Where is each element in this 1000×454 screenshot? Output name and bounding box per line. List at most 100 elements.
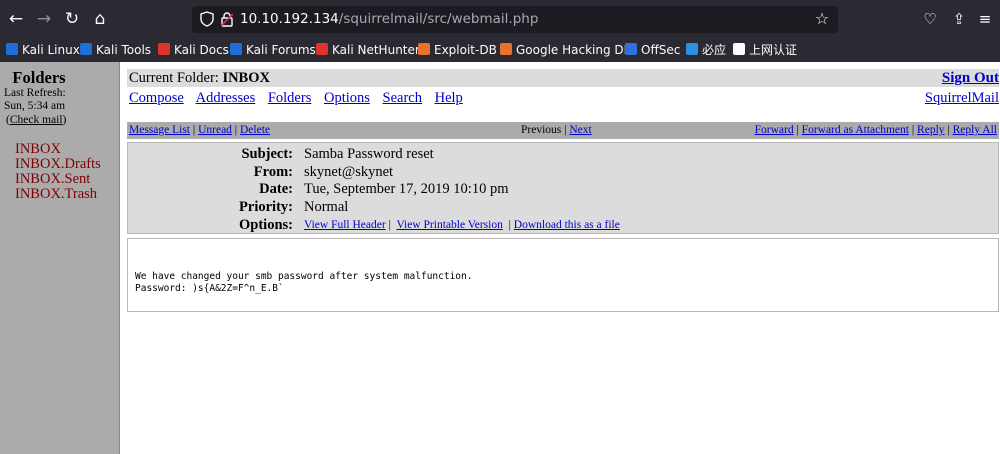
message-list-link[interactable]: Message List [129, 124, 190, 136]
bookmark-label: Exploit-DB [434, 43, 497, 57]
folder-trash[interactable]: INBOX.Trash [15, 187, 101, 202]
pocket-icon[interactable]: ♡ [920, 9, 940, 29]
url-host: 10.10.192.134 [240, 11, 339, 27]
reload-icon[interactable]: ↻ [62, 9, 82, 29]
message-headers: Subject: Samba Password reset From: skyn… [127, 142, 999, 234]
reply-all-link[interactable]: Reply All [953, 124, 997, 136]
back-arrow-icon[interactable]: ← [6, 9, 26, 29]
bookmark-label: Kali Forums [246, 43, 316, 57]
current-folder-name: INBOX [222, 70, 270, 86]
bookmark-kali-tools[interactable]: Kali Tools [80, 41, 151, 59]
kali-docs-icon [158, 43, 170, 55]
nav-mid-group: Previous | Next [521, 124, 592, 136]
webmail-page: Folders Last Refresh: Sun, 5:34 am (Chec… [0, 62, 1000, 454]
offsec-icon [625, 43, 637, 55]
message-body: We have changed your smb password after … [127, 238, 999, 312]
menu-search[interactable]: Search [383, 90, 422, 106]
from-label: From: [253, 164, 293, 180]
message-text: We have changed your smb password after … [135, 271, 472, 295]
header-date-row: Date: Tue, September 17, 2019 10:10 pm [128, 181, 998, 198]
current-folder-bar: Current Folder: INBOX Sign Out [127, 69, 999, 87]
header-options-row: Options: View Full Header | View Printab… [128, 217, 998, 234]
header-subject-row: Subject: Samba Password reset [128, 146, 998, 163]
menu-compose[interactable]: Compose [129, 90, 184, 106]
priority-label: Priority: [239, 199, 293, 215]
folder-drafts[interactable]: INBOX.Drafts [15, 157, 101, 172]
last-refresh: Last Refresh: Sun, 5:34 am [4, 87, 66, 113]
options-label: Options: [239, 217, 293, 233]
unread-link[interactable]: Unread [198, 124, 232, 136]
bookmark-bing[interactable]: 必应 [686, 41, 726, 59]
nav-left-group: Message List | Unread | Delete [129, 124, 270, 136]
shield-icon [200, 11, 214, 27]
subject-label: Subject: [241, 146, 293, 162]
bookmark-label: Kali Linux [22, 43, 80, 57]
next-link[interactable]: Next [569, 124, 591, 136]
menu-addresses[interactable]: Addresses [196, 90, 256, 106]
reply-link[interactable]: Reply [917, 124, 944, 136]
header-from-row: From: skynet@skynet [128, 164, 998, 181]
squirrelmail-link[interactable]: SquirrelMail [925, 89, 999, 107]
delete-link[interactable]: Delete [240, 124, 270, 136]
bookmark-label: Kali NetHunter [332, 43, 420, 57]
share-icon[interactable]: ⇪ [949, 9, 969, 29]
options-links: View Full Header | View Printable Versio… [304, 219, 620, 231]
current-folder-label: Current Folder: [129, 70, 219, 86]
home-icon[interactable]: ⌂ [90, 9, 110, 29]
menu-icon[interactable]: ≡ [975, 9, 995, 29]
folders-title: Folders [12, 68, 66, 87]
search-icon [686, 43, 698, 55]
forward-attachment-link[interactable]: Forward as Attachment [802, 124, 909, 136]
folder-sidebar: Folders Last Refresh: Sun, 5:34 am (Chec… [0, 62, 120, 454]
bookmark-label: Kali Tools [96, 43, 152, 57]
download-file-link[interactable]: Download this as a file [514, 219, 620, 231]
menu-folders[interactable]: Folders [268, 90, 312, 106]
ghdb-icon [500, 43, 512, 55]
bookmark-kali-docs[interactable]: Kali Docs [158, 41, 229, 59]
insecure-lock-icon[interactable] [221, 11, 233, 27]
bookmark-label: 必应 [702, 43, 727, 57]
view-full-header-link[interactable]: View Full Header [304, 219, 386, 231]
url-text[interactable]: 10.10.192.134/squirrelmail/src/webmail.p… [240, 6, 538, 33]
browser-toolbar: ← → ↻ ⌂ 10.10.192.134/squirrelmail/src/w… [0, 0, 1000, 38]
bookmark-offsec[interactable]: OffSec [625, 41, 680, 59]
bookmark-label: Kali Docs [174, 43, 229, 57]
bookmark-exploit-db[interactable]: Exploit-DB [418, 41, 497, 59]
bookmark-network-auth[interactable]: 上网认证 [733, 41, 797, 59]
view-printable-link[interactable]: View Printable Version [396, 219, 502, 231]
address-bar[interactable]: 10.10.192.134/squirrelmail/src/webmail.p… [192, 6, 838, 33]
bookmark-kali-forums[interactable]: Kali Forums [230, 41, 316, 59]
bookmark-kali-nethunter[interactable]: Kali NetHunter [316, 41, 420, 59]
bookmark-google-hacking-db[interactable]: Google Hacking DB [500, 41, 632, 59]
date-value: Tue, September 17, 2019 10:10 pm [304, 181, 509, 197]
priority-value: Normal [304, 199, 349, 215]
menu-help[interactable]: Help [435, 90, 463, 106]
folder-list: INBOX INBOX.Drafts INBOX.Sent INBOX.Tras… [15, 142, 101, 202]
header-priority-row: Priority: Normal [128, 199, 998, 216]
menu-options[interactable]: Options [324, 90, 370, 106]
nav-right-group: Forward | Forward as Attachment | Reply … [754, 124, 997, 136]
last-refresh-label: Last Refresh: [4, 87, 66, 99]
globe-icon [733, 43, 745, 55]
previous-label: Previous [521, 124, 562, 136]
bookmarks-toolbar: Kali Linux Kali Tools Kali Docs Kali For… [0, 38, 1000, 62]
exploit-db-icon [418, 43, 430, 55]
forward-arrow-icon[interactable]: → [34, 9, 54, 29]
bookmark-star-icon[interactable]: ☆ [812, 9, 832, 29]
kali-dragon-icon [6, 43, 18, 55]
folder-inbox[interactable]: INBOX [15, 142, 101, 157]
last-refresh-time: Sun, 5:34 am [4, 100, 66, 112]
message-line-1: We have changed your smb password after … [135, 271, 473, 282]
bookmark-label: Google Hacking DB [516, 43, 632, 57]
check-mail: (Check mail) [6, 114, 67, 126]
subject-value: Samba Password reset [304, 146, 434, 162]
check-mail-link[interactable]: Check mail [10, 114, 63, 126]
from-value: skynet@skynet [304, 164, 394, 180]
bookmark-kali-linux[interactable]: Kali Linux [6, 41, 80, 59]
bookmark-label: OffSec [641, 43, 681, 57]
folder-sent[interactable]: INBOX.Sent [15, 172, 101, 187]
forward-link[interactable]: Forward [755, 124, 794, 136]
message-nav-bar: Message List | Unread | Delete Previous … [127, 122, 999, 139]
sign-out-link[interactable]: Sign Out [942, 69, 999, 87]
message-frame: Current Folder: INBOX Sign Out Compose A… [121, 62, 1000, 454]
